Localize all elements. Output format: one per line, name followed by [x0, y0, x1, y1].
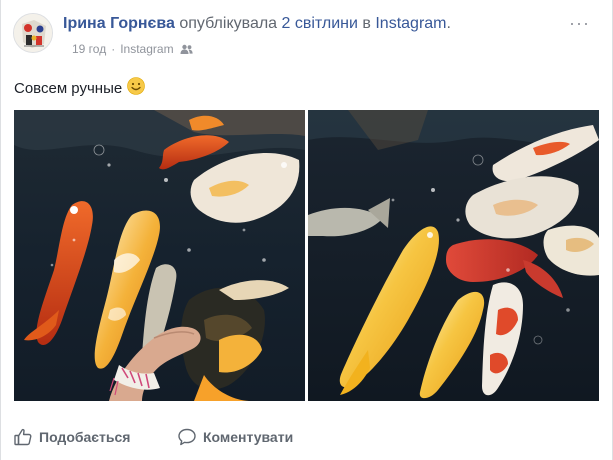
platform-link[interactable]: Instagram	[375, 15, 446, 32]
friends-icon[interactable]	[180, 44, 193, 54]
post-source[interactable]: Instagram	[120, 42, 173, 56]
post-action-text: опублікувала	[179, 15, 278, 32]
like-button[interactable]: Подобається	[13, 427, 130, 447]
post-actions-bar: Подобається Коментувати	[1, 417, 613, 460]
caption-text: Совсем ручные	[14, 79, 123, 97]
meta-separator: ·	[111, 42, 116, 56]
post-timestamp[interactable]: 19 год	[72, 42, 106, 56]
avatar-image	[14, 14, 52, 52]
koi-photo-right-image	[308, 110, 599, 401]
koi-photo-left-image	[14, 110, 305, 401]
post-meta: 19 год · Instagram	[72, 42, 193, 56]
post-photo-right[interactable]	[308, 110, 599, 401]
feed-post: Ірина Горнєва опублікувала 2 світлини в …	[0, 0, 613, 460]
post-options-button[interactable]: ···	[569, 14, 590, 32]
comment-button[interactable]: Коментувати	[177, 427, 293, 447]
post-caption: Совсем ручные	[14, 77, 146, 99]
author-avatar[interactable]	[13, 13, 53, 53]
photo-count-link[interactable]: 2 світлини	[282, 15, 358, 32]
post-header: Ірина Горнєва опублікувала 2 світлини в …	[63, 15, 451, 33]
author-name[interactable]: Ірина Горнєва	[63, 15, 175, 32]
like-button-label: Подобається	[39, 429, 131, 445]
post-action-preposition: в	[362, 15, 371, 32]
smile-emoji-icon	[127, 77, 146, 99]
thumbs-up-icon	[13, 427, 33, 447]
comment-bubble-icon	[177, 427, 197, 447]
post-photo-left[interactable]	[14, 110, 305, 401]
comment-button-label: Коментувати	[203, 429, 294, 445]
post-header-period: .	[446, 15, 451, 32]
